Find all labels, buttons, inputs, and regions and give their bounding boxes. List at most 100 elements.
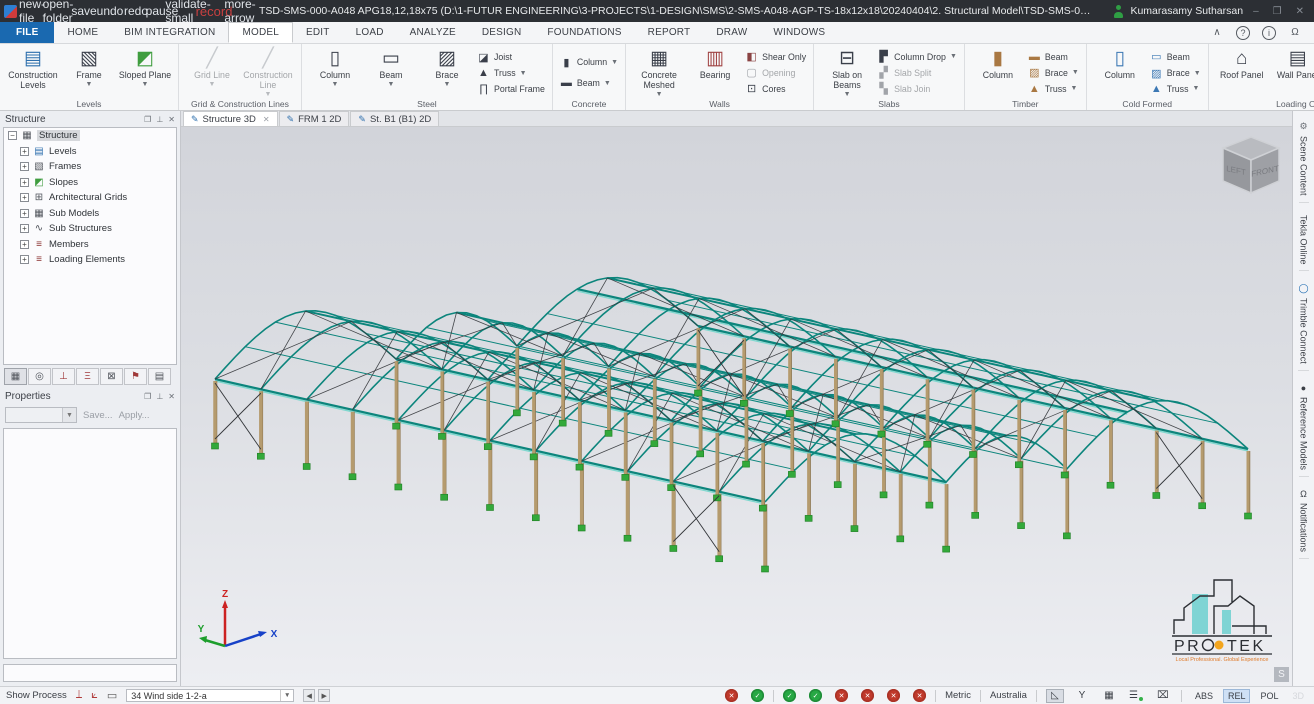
- maximize-icon[interactable]: ❐: [1273, 6, 1282, 17]
- menu-tab-foundations[interactable]: FOUNDATIONS: [534, 22, 634, 43]
- more-arrow-icon[interactable]: more-arrow: [229, 2, 251, 20]
- expand-icon[interactable]: +: [20, 224, 29, 233]
- beam-button[interactable]: ▬Beam▼: [560, 77, 618, 89]
- country-label[interactable]: Australia: [990, 690, 1027, 701]
- lock-tab-icon[interactable]: ⊠: [100, 368, 123, 385]
- redo-icon[interactable]: redo: [125, 2, 147, 20]
- construction-levels-button[interactable]: ▤Construction Levels: [5, 47, 61, 91]
- coord-mode-pol[interactable]: POL: [1256, 690, 1282, 702]
- close-panel-icon[interactable]: ✕: [168, 392, 175, 401]
- coord-mode-rel[interactable]: REL: [1223, 689, 1251, 703]
- window-grid-icon[interactable]: ▦: [1100, 689, 1118, 703]
- close-panel-icon[interactable]: ✕: [168, 115, 175, 124]
- shear-only-button[interactable]: ◧Shear Only: [745, 50, 806, 63]
- status-indicator-red[interactable]: ✕: [725, 689, 738, 702]
- tree-item-loading-elements[interactable]: +≡Loading Elements: [20, 254, 176, 265]
- wall-panel-button[interactable]: ▤Wall Panel: [1270, 47, 1314, 81]
- view-tab-frm-1-2d[interactable]: ✎FRM 1 2D: [279, 111, 350, 126]
- menu-tab-bim-integration[interactable]: BIM INTEGRATION: [111, 22, 228, 43]
- units-label[interactable]: Metric: [945, 690, 971, 701]
- truss-button[interactable]: ▲Truss▼: [1028, 83, 1079, 95]
- status-indicator-red[interactable]: ✕: [835, 689, 848, 702]
- tree-item-members[interactable]: +≡Members: [20, 239, 176, 250]
- sidebar-tab-notifications[interactable]: ΩNotifications: [1299, 483, 1309, 559]
- status-indicator-red[interactable]: ✕: [861, 689, 874, 702]
- concrete-meshed-button[interactable]: ▦Concrete Meshed▼: [631, 47, 687, 98]
- structure-tab-icon[interactable]: ▦: [4, 368, 27, 385]
- view-tab-structure-3d[interactable]: ✎Structure 3D✕: [183, 111, 278, 126]
- tree-item-frames[interactable]: +▧Frames: [20, 161, 176, 172]
- viewport-corner-badge[interactable]: S: [1274, 667, 1289, 682]
- expand-icon[interactable]: +: [20, 147, 29, 156]
- select-cursor-icon[interactable]: ◺: [1046, 689, 1064, 703]
- flag-tab-icon[interactable]: ⚑: [124, 368, 147, 385]
- expand-icon[interactable]: +: [20, 255, 29, 264]
- beam-button[interactable]: ▬Beam: [1028, 51, 1079, 63]
- expand-icon[interactable]: +: [20, 162, 29, 171]
- view-tab-st-b1-b1-2d[interactable]: ✎St. B1 (B1) 2D: [350, 111, 439, 126]
- column-button[interactable]: ▯Column▼: [307, 47, 363, 88]
- bearing-button[interactable]: ▥Bearing: [687, 47, 743, 81]
- sloped-plane-button[interactable]: ◩Sloped Plane▼: [117, 47, 173, 88]
- coord-mode-abs[interactable]: ABS: [1191, 690, 1217, 702]
- truss-button[interactable]: ▲Truss▼: [477, 67, 545, 79]
- notification-bell-icon[interactable]: Ω: [1288, 26, 1302, 40]
- beam-button[interactable]: ▭Beam: [1150, 50, 1201, 63]
- help-icon[interactable]: ?: [1236, 26, 1250, 40]
- status-indicator-green[interactable]: ✓: [809, 689, 822, 702]
- collapse-ribbon-icon[interactable]: ∧: [1210, 26, 1224, 40]
- tree-item-structure[interactable]: −▦Structure: [8, 130, 176, 141]
- menu-tab-analyze[interactable]: ANALYZE: [397, 22, 469, 43]
- column-drop-button[interactable]: ▛Column Drop▼: [877, 50, 957, 63]
- expand-icon[interactable]: +: [20, 178, 29, 187]
- expand-icon[interactable]: +: [20, 240, 29, 249]
- sidebar-tab-reference-models[interactable]: ●Reference Models: [1299, 377, 1309, 477]
- globe-tab-icon[interactable]: ◎: [28, 368, 51, 385]
- tree-item-sub-structures[interactable]: +∿Sub Structures: [20, 223, 176, 234]
- slab-on-beams-button[interactable]: ⊟Slab on Beams▼: [819, 47, 875, 98]
- truss-button[interactable]: ▲Truss▼: [1150, 83, 1201, 95]
- loadcase-combo[interactable]: 34 Wind side 1-2-a ▼: [126, 689, 294, 702]
- previous-loadcase-button[interactable]: ◀: [303, 689, 315, 702]
- column-button[interactable]: ▮Column▼: [560, 56, 618, 69]
- tree-item-levels[interactable]: +▤Levels: [20, 146, 176, 157]
- menu-tab-windows[interactable]: WINDOWS: [760, 22, 838, 43]
- save-icon[interactable]: save: [73, 2, 95, 20]
- roof-panel-button[interactable]: ⌂Roof Panel: [1214, 47, 1270, 81]
- joist-button[interactable]: ◪Joist: [477, 51, 545, 64]
- column-button[interactable]: ▯Column: [1092, 47, 1148, 81]
- next-loadcase-button[interactable]: ▶: [318, 689, 330, 702]
- navigation-cube[interactable]: LEFT FRONT: [1217, 133, 1285, 197]
- save-button[interactable]: Save...: [83, 410, 113, 421]
- pin-panel-icon[interactable]: ⊥: [156, 392, 163, 401]
- menu-tab-design[interactable]: DESIGN: [469, 22, 535, 43]
- status-indicator-red[interactable]: ✕: [913, 689, 926, 702]
- portal-frame-button[interactable]: ∏Portal Frame: [477, 83, 545, 95]
- cores-button[interactable]: ⊡Cores: [745, 82, 806, 95]
- branch-icon[interactable]: Y: [1073, 689, 1091, 703]
- brace-button[interactable]: ▨Brace▼: [1028, 66, 1079, 79]
- sidebar-tab-scene-content[interactable]: ⚙Scene Content: [1299, 115, 1309, 203]
- menu-tab-file[interactable]: FILE: [0, 22, 54, 43]
- frame-button[interactable]: ▧Frame▼: [61, 47, 117, 88]
- member-support-status-icon[interactable]: ⟀: [91, 689, 98, 702]
- show-process-label[interactable]: Show Process: [6, 690, 67, 701]
- status-indicator-green[interactable]: ✓: [751, 689, 764, 702]
- info-icon[interactable]: i: [1262, 26, 1276, 40]
- collapse-expander-icon[interactable]: −: [8, 131, 17, 140]
- close-icon[interactable]: ✕: [1296, 6, 1304, 17]
- minimize-icon[interactable]: –: [1253, 6, 1259, 17]
- properties-combo[interactable]: ▼: [5, 407, 77, 423]
- menu-tab-draw[interactable]: DRAW: [703, 22, 760, 43]
- structure-3d-model[interactable]: [181, 127, 1292, 686]
- expand-icon[interactable]: +: [20, 193, 29, 202]
- screen-icon[interactable]: ▭: [107, 689, 117, 702]
- new-file-icon[interactable]: new-file: [21, 2, 43, 20]
- support-tab-icon[interactable]: ⊥: [52, 368, 75, 385]
- record-icon[interactable]: record: [203, 2, 225, 20]
- sidebar-tab-trimble-connect[interactable]: ◯Trimble Connect: [1298, 277, 1308, 371]
- brace-button[interactable]: ▨Brace▼: [1150, 67, 1201, 80]
- expand-icon[interactable]: +: [20, 209, 29, 218]
- brace-button[interactable]: ▨Brace▼: [419, 47, 475, 88]
- apply-button[interactable]: Apply...: [119, 410, 150, 421]
